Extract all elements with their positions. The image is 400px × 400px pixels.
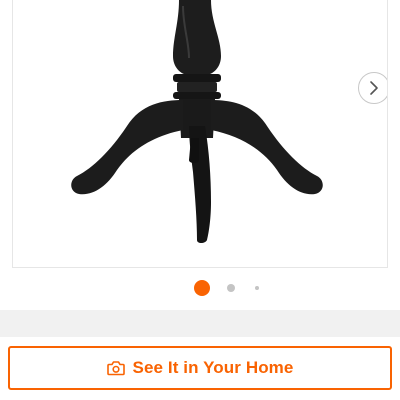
section-divider xyxy=(0,310,400,337)
image-pagination xyxy=(0,280,400,296)
product-image xyxy=(71,0,323,243)
pagination-dot-3[interactable] xyxy=(255,286,259,290)
camera-icon xyxy=(106,360,125,376)
product-image-gallery[interactable] xyxy=(12,0,388,268)
pagination-dot-1[interactable] xyxy=(194,280,210,296)
next-image-button[interactable] xyxy=(358,72,387,104)
product-page: See It in Your Home xyxy=(0,0,400,400)
see-it-in-your-home-button[interactable]: See It in Your Home xyxy=(8,346,392,390)
pagination-dot-2[interactable] xyxy=(227,284,235,292)
cta-label: See It in Your Home xyxy=(132,358,294,377)
chevron-right-icon xyxy=(370,81,378,95)
